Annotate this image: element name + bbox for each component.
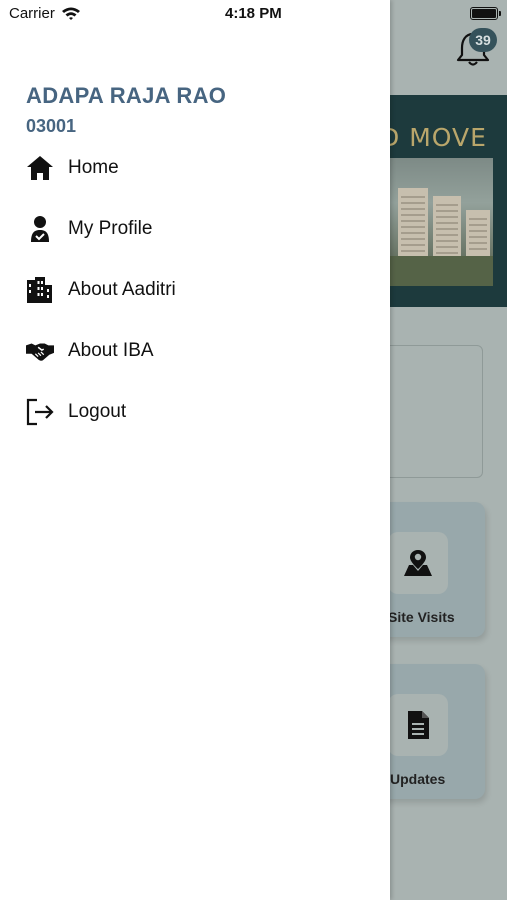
status-time: 4:18 PM (225, 5, 282, 22)
tile-label: Updates (390, 771, 446, 787)
notification-badge: 39 (469, 28, 497, 52)
content-card (380, 345, 483, 478)
menu-label: My Profile (68, 218, 153, 239)
updates-tile[interactable]: Updates (380, 664, 485, 799)
menu-item-about-aaditri[interactable]: About Aaditri (26, 274, 176, 306)
logout-icon (26, 398, 54, 426)
menu-label: Logout (68, 401, 127, 422)
user-id: 03001 (26, 116, 77, 136)
menu-label: About Aaditri (68, 279, 176, 300)
tile-label: Site Visits (388, 609, 455, 625)
menu-label: About IBA (68, 340, 154, 361)
navigation-drawer: Carrier 4:18 PM ADAPA RAJA RAO 03001 Hom… (0, 0, 390, 900)
profile-icon (26, 215, 54, 243)
document-icon (408, 711, 429, 739)
user-name: ADAPA RAJA RAO (26, 83, 227, 108)
menu-label: Home (68, 157, 119, 178)
battery-icon (470, 7, 498, 20)
map-pin-user-icon (404, 550, 432, 576)
handshake-icon (26, 337, 54, 365)
home-icon (26, 154, 54, 182)
status-bar-left: Carrier (9, 5, 81, 22)
menu-item-my-profile[interactable]: My Profile (26, 213, 152, 245)
wifi-icon (61, 7, 80, 20)
promo-banner[interactable]: D MOVE (380, 95, 507, 307)
banner-image (388, 158, 493, 286)
site-visits-tile[interactable]: Site Visits (380, 502, 485, 637)
menu-item-logout[interactable]: Logout (26, 396, 126, 428)
carrier-label: Carrier (9, 5, 55, 22)
menu-item-about-iba[interactable]: About IBA (26, 335, 154, 367)
building-icon (26, 276, 54, 304)
banner-text: D MOVE (380, 123, 487, 152)
menu-item-home[interactable]: Home (26, 152, 119, 184)
